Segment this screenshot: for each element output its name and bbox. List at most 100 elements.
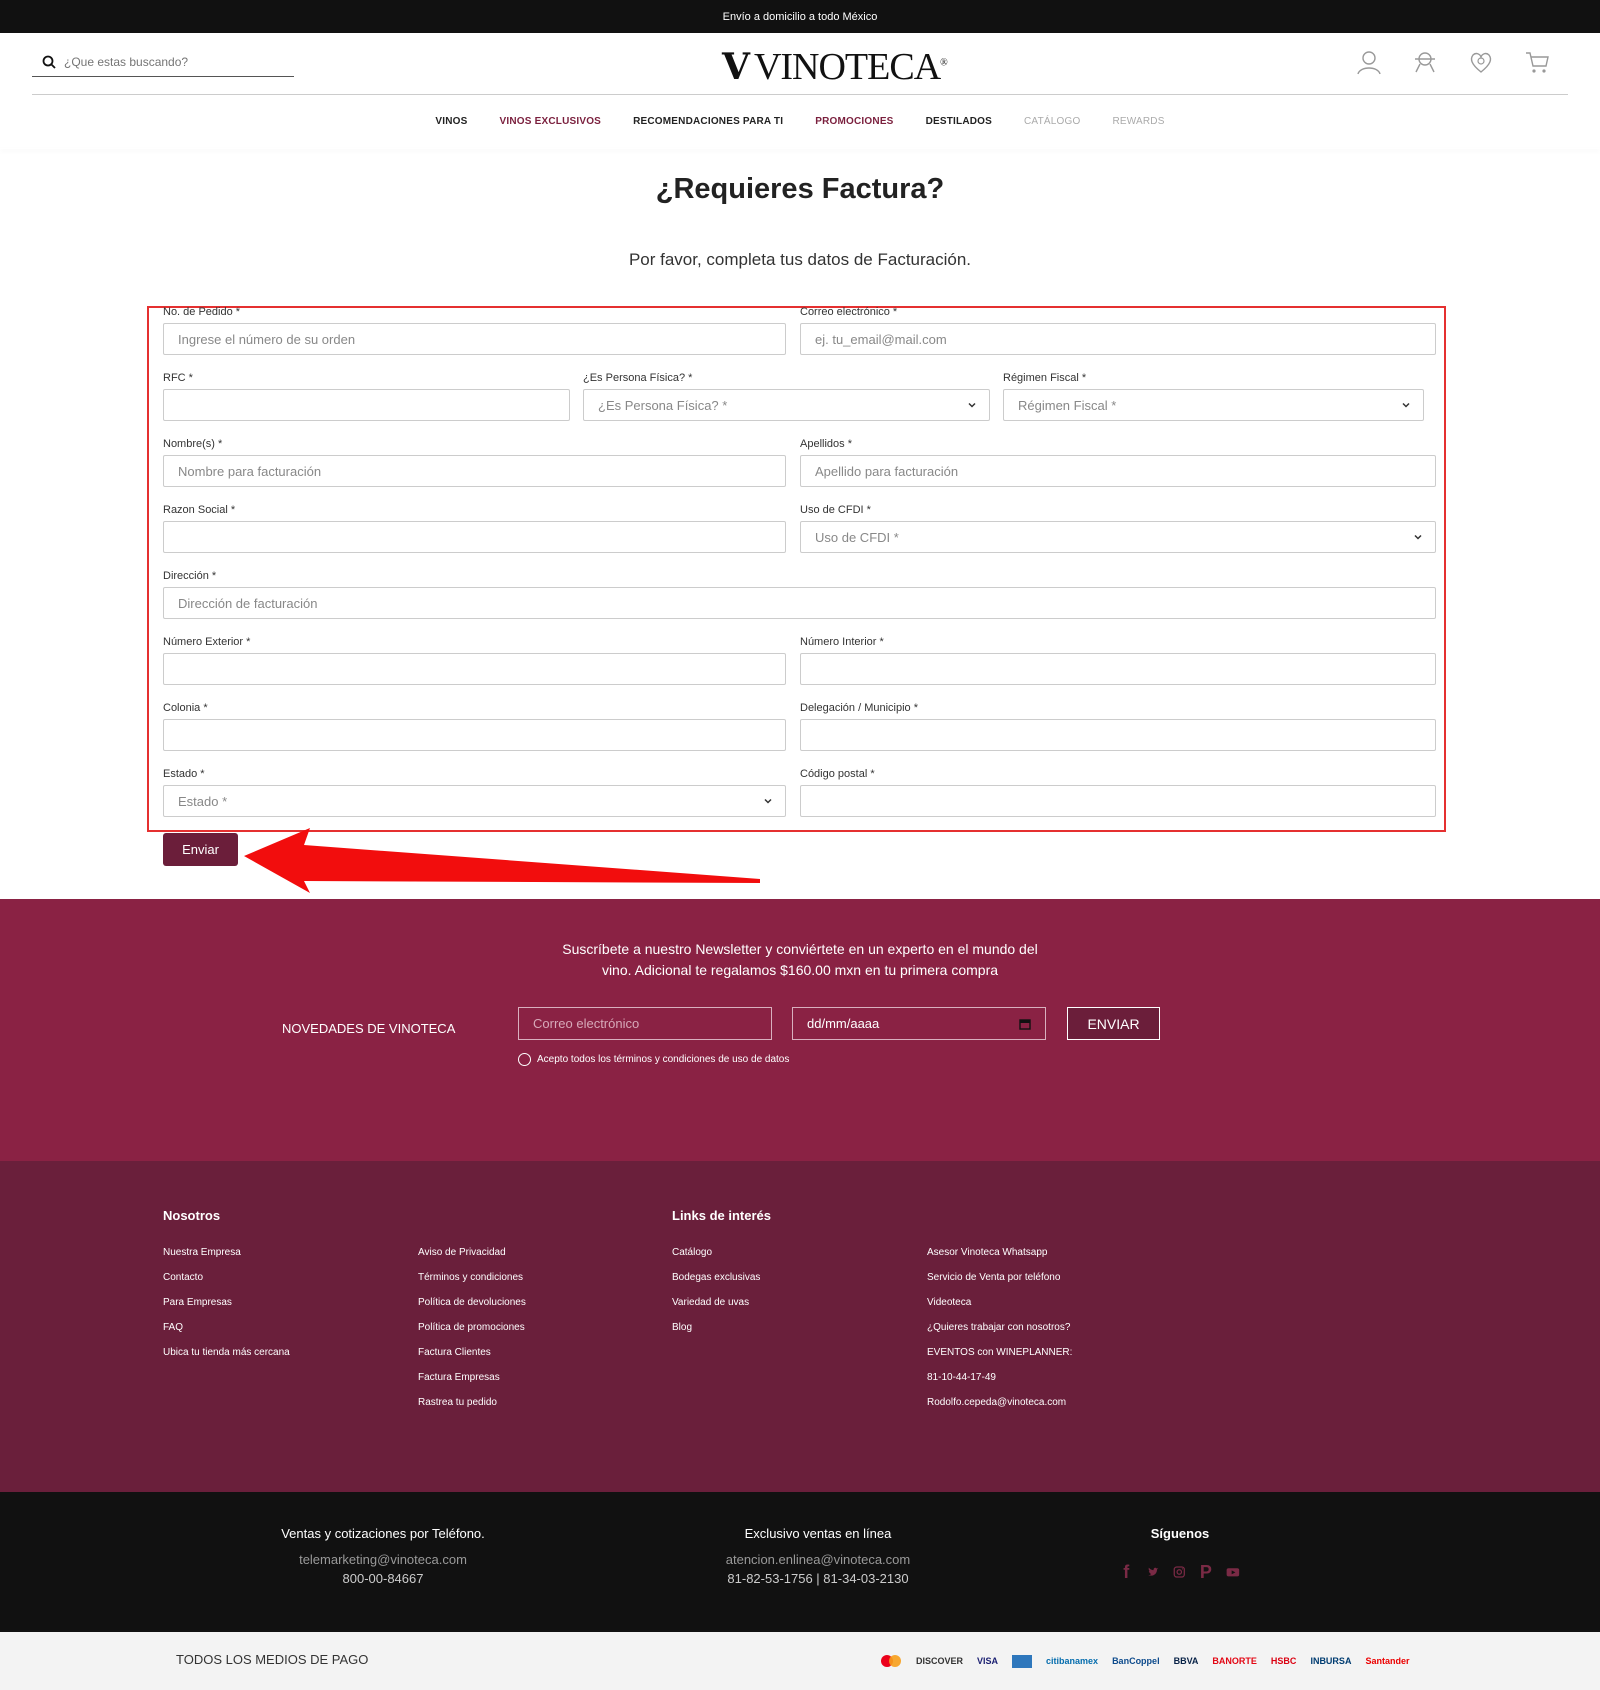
- footer-link[interactable]: Política de devoluciones: [418, 1297, 526, 1322]
- pinterest-icon[interactable]: P: [1200, 1562, 1213, 1582]
- nav-rewards[interactable]: REWARDS: [1096, 116, 1180, 127]
- main-nav: VINOS VINOS EXCLUSIVOS RECOMENDACIONES P…: [0, 95, 1600, 148]
- cfdi-select[interactable]: Uso de CFDI *: [800, 521, 1436, 553]
- footer-link[interactable]: Rastrea tu pedido: [418, 1397, 526, 1422]
- footer-link[interactable]: Videoteca: [927, 1297, 1072, 1322]
- submit-button[interactable]: Enviar: [163, 833, 238, 866]
- newsletter-email-input[interactable]: Correo electrónico: [518, 1007, 772, 1040]
- search-icon[interactable]: [42, 55, 56, 69]
- nav-catalogo[interactable]: CATÁLOGO: [1008, 116, 1096, 127]
- footer-link[interactable]: EVENTOS con WINEPLANNER:: [927, 1347, 1072, 1372]
- footer-link[interactable]: ¿Quieres trabajar con nosotros?: [927, 1322, 1072, 1347]
- footer-link[interactable]: Contacto: [163, 1272, 290, 1297]
- colonia-input[interactable]: [163, 719, 786, 751]
- user-icon[interactable]: [1356, 49, 1382, 75]
- online-sales-email[interactable]: atencion.enlinea@vinoteca.com: [668, 1550, 968, 1569]
- terms-radio[interactable]: [518, 1053, 531, 1066]
- footer-link[interactable]: Variedad de uvas: [672, 1297, 760, 1322]
- correo-input[interactable]: ej. tu_email@mail.com: [800, 323, 1436, 355]
- rfc-input[interactable]: [163, 389, 570, 421]
- footer-link[interactable]: Blog: [672, 1322, 760, 1347]
- nav-destilados[interactable]: DESTILADOS: [910, 116, 1008, 127]
- footer-link[interactable]: Catálogo: [672, 1247, 760, 1272]
- search-box[interactable]: [32, 47, 294, 77]
- nav-recomendaciones[interactable]: RECOMENDACIONES PARA TI: [617, 116, 799, 127]
- phone-sales-email[interactable]: telemarketing@vinoteca.com: [233, 1550, 533, 1569]
- newsletter-date-input[interactable]: dd/mm/aaaa: [792, 1007, 1046, 1040]
- footer-link[interactable]: Asesor Vinoteca Whatsapp: [927, 1247, 1072, 1272]
- citibanamex-logo: citibanamex: [1046, 1656, 1099, 1666]
- nav-promociones[interactable]: PROMOCIONES: [799, 116, 909, 127]
- footer-link[interactable]: Servicio de Venta por teléfono: [927, 1272, 1072, 1297]
- delegacion-input[interactable]: [800, 719, 1436, 751]
- pedido-label: No. de Pedido *: [163, 306, 241, 318]
- social-col: Síguenos f P: [1120, 1526, 1240, 1582]
- field-cp: Código postal *: [800, 768, 1436, 817]
- footer-link[interactable]: Términos y condiciones: [418, 1272, 526, 1297]
- regimen-select[interactable]: Régimen Fiscal *: [1003, 389, 1424, 421]
- twitter-icon[interactable]: [1147, 1562, 1160, 1582]
- chevron-down-icon: [968, 402, 976, 408]
- footer-link[interactable]: Política de promociones: [418, 1322, 526, 1347]
- num-int-label: Número Interior *: [800, 636, 884, 648]
- footer-col-4: Asesor Vinoteca Whatsapp Servicio de Ven…: [927, 1247, 1072, 1422]
- num-int-input[interactable]: [800, 653, 1436, 685]
- footer-link[interactable]: Nuestra Empresa: [163, 1247, 290, 1272]
- instagram-icon[interactable]: [1173, 1562, 1186, 1582]
- logo-registered: ®: [940, 57, 948, 69]
- online-sales-col: Exclusivo ventas en línea atencion.enlin…: [668, 1526, 968, 1588]
- facebook-icon[interactable]: f: [1120, 1562, 1133, 1582]
- pedido-input[interactable]: Ingrese el número de su orden: [163, 323, 786, 355]
- rfc-label: RFC *: [163, 372, 193, 384]
- apellidos-input[interactable]: Apellido para facturación: [800, 455, 1436, 487]
- footer-link[interactable]: Aviso de Privacidad: [418, 1247, 526, 1272]
- field-persona: ¿Es Persona Física? * ¿Es Persona Física…: [583, 372, 990, 421]
- calendar-icon[interactable]: [1019, 1018, 1031, 1030]
- terms-checkbox[interactable]: Acepto todos los términos y condiciones …: [518, 1053, 789, 1066]
- delegacion-label: Delegación / Municipio *: [800, 702, 919, 714]
- phone-sales-number[interactable]: 800-00-84667: [233, 1569, 533, 1588]
- persona-select[interactable]: ¿Es Persona Física? *: [583, 389, 990, 421]
- footer-link[interactable]: Ubica tu tienda más cercana: [163, 1347, 290, 1372]
- footer-link[interactable]: Factura Clientes: [418, 1347, 526, 1372]
- cart-icon[interactable]: [1524, 49, 1550, 75]
- youtube-icon[interactable]: [1226, 1562, 1240, 1582]
- razon-input[interactable]: [163, 521, 786, 553]
- nav-vinos-exclusivos[interactable]: VINOS EXCLUSIVOS: [484, 116, 618, 127]
- num-ext-input[interactable]: [163, 653, 786, 685]
- field-regimen: Régimen Fiscal * Régimen Fiscal *: [1003, 372, 1424, 421]
- nav-shadow: [0, 148, 1600, 149]
- estado-select[interactable]: Estado *: [163, 785, 786, 817]
- cfdi-label: Uso de CFDI *: [800, 504, 871, 516]
- nav-vinos[interactable]: VINOS: [419, 116, 483, 127]
- payment-logos: DISCOVER VISA citibanamex BanCoppel BBVA…: [880, 1654, 1409, 1668]
- num-ext-label: Número Exterior *: [163, 636, 251, 648]
- footer-link[interactable]: Bodegas exclusivas: [672, 1272, 760, 1297]
- footer-nosotros-title: Nosotros: [163, 1208, 221, 1223]
- amex-icon: [1012, 1654, 1033, 1668]
- footer-col-3: Catálogo Bodegas exclusivas Variedad de …: [672, 1247, 760, 1347]
- footer-link[interactable]: FAQ: [163, 1322, 290, 1347]
- footer-link[interactable]: Rodolfo.cepeda@vinoteca.com: [927, 1397, 1072, 1422]
- announcement-text: Envío a domicilio a todo México: [722, 10, 878, 23]
- footer-link[interactable]: Factura Empresas: [418, 1372, 526, 1397]
- newsletter-label: NOVEDADES DE VINOTECA: [282, 1021, 456, 1036]
- cp-label: Código postal *: [800, 768, 875, 780]
- cp-input[interactable]: [800, 785, 1436, 817]
- site-logo[interactable]: V VINOTECA®: [722, 45, 948, 89]
- footer-link[interactable]: 81-10-44-17-49: [927, 1372, 1072, 1397]
- razon-label: Razon Social *: [163, 504, 236, 516]
- footer-col-1: Nuestra Empresa Contacto Para Empresas F…: [163, 1247, 290, 1372]
- direccion-input[interactable]: Dirección de facturación: [163, 587, 1436, 619]
- footer-link[interactable]: Para Empresas: [163, 1297, 290, 1322]
- wishlist-heart-icon[interactable]: [1468, 49, 1494, 75]
- nombre-input[interactable]: Nombre para facturación: [163, 455, 786, 487]
- newsletter-send-button[interactable]: ENVIAR: [1067, 1007, 1160, 1040]
- payments-footer: TODOS LOS MEDIOS DE PAGO DISCOVER VISA c…: [0, 1632, 1600, 1690]
- rewards-icon[interactable]: [1412, 49, 1438, 75]
- payments-label: TODOS LOS MEDIOS DE PAGO: [176, 1652, 369, 1667]
- online-sales-numbers[interactable]: 81-82-53-1756 | 81-34-03-2130: [668, 1569, 968, 1588]
- terms-text: Acepto todos los términos y condiciones …: [537, 1054, 790, 1065]
- colonia-label: Colonia *: [163, 702, 208, 714]
- search-input[interactable]: [64, 54, 264, 69]
